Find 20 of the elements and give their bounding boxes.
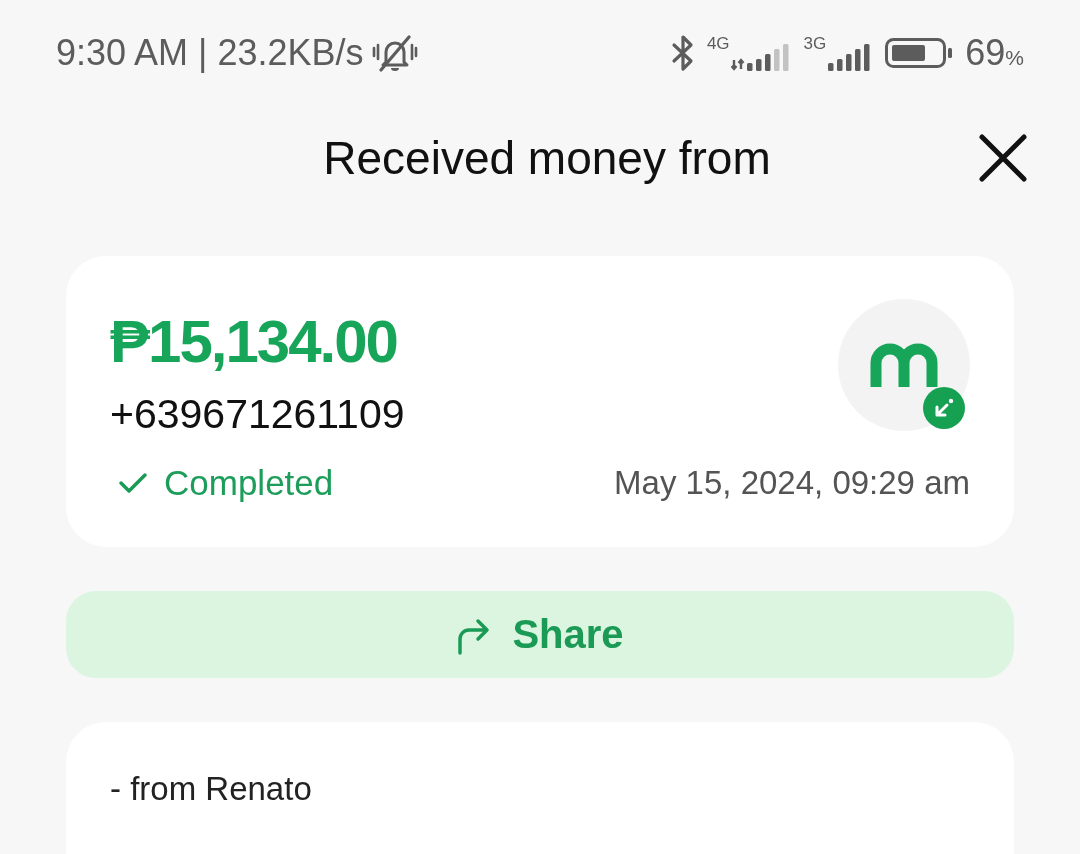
phone-number: +639671261109 bbox=[110, 390, 405, 438]
network-type-label: 4G bbox=[706, 35, 730, 52]
date-time: May 15, 2024, 09:29 am bbox=[614, 464, 970, 502]
battery-percent: 69 bbox=[965, 32, 1006, 74]
battery-icon bbox=[885, 38, 954, 68]
status-time-speed: 9:30 AM | 23.2KB/s bbox=[56, 32, 364, 74]
status-text: Completed bbox=[164, 463, 334, 503]
note-text: - from Renato bbox=[110, 770, 312, 807]
check-icon bbox=[118, 471, 148, 495]
percent-sign: % bbox=[1005, 46, 1024, 70]
amount-text: ₱15,134.00 bbox=[110, 307, 398, 377]
network-type-label: 3G bbox=[803, 35, 827, 52]
m-logo-avatar-icon bbox=[838, 299, 970, 431]
muted-bell-icon bbox=[371, 34, 418, 72]
bluetooth-icon bbox=[670, 34, 695, 72]
close-icon bbox=[978, 133, 1028, 183]
close-button[interactable] bbox=[978, 133, 1028, 183]
share-button[interactable]: Share bbox=[66, 591, 1014, 678]
incoming-arrow-badge-icon bbox=[923, 387, 965, 429]
page-title: Received money from bbox=[323, 131, 771, 185]
